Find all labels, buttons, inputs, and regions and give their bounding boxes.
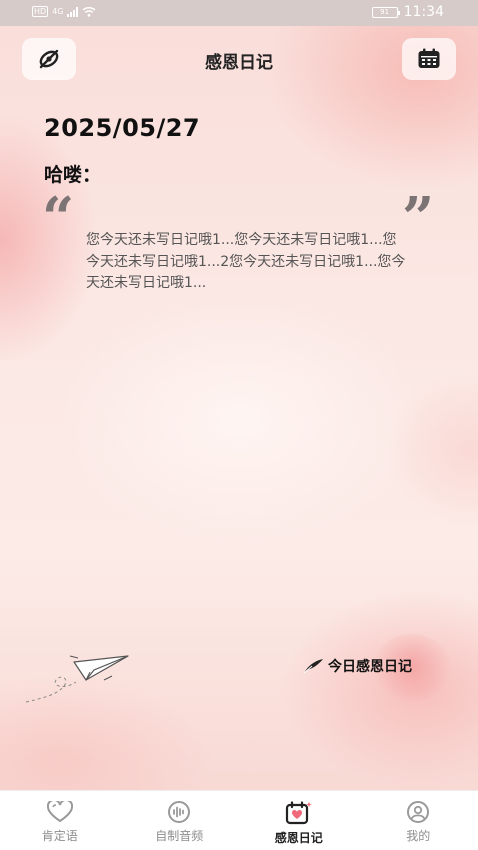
status-right: 91 11:34: [371, 4, 444, 20]
bottom-tab-bar: 肯定语 自制音频 感恩日记 我的: [0, 790, 478, 850]
tab-custom-audio[interactable]: 自制音频: [120, 791, 240, 850]
hd-badge: HD: [32, 6, 49, 17]
battery-level: 91: [380, 7, 390, 16]
today-diary-label: 今日感恩日记: [328, 659, 412, 675]
today-diary-button[interactable]: 今日感恩日记: [302, 656, 412, 676]
tab-label: 我的: [406, 829, 431, 843]
tab-mine[interactable]: 我的: [359, 791, 478, 850]
user-icon: [407, 801, 430, 823]
status-left: HD 4G: [32, 6, 96, 17]
greeting: 哈喽：: [44, 164, 102, 186]
calendar-button[interactable]: [402, 38, 456, 80]
clock: 11:34: [403, 4, 444, 20]
tab-gratitude-diary[interactable]: 感恩日记: [239, 791, 359, 850]
battery-icon: 91: [371, 6, 400, 18]
wifi-icon: [82, 6, 96, 17]
network-type: 4G: [52, 7, 64, 16]
heart-icon: [46, 801, 73, 823]
tab-label: 肯定语: [41, 829, 78, 843]
signal-icon: [67, 6, 79, 17]
tab-label: 自制音频: [155, 829, 204, 843]
tab-label: 感恩日记: [274, 831, 323, 845]
audio-wave-icon: [168, 801, 191, 823]
quote-open-icon: “: [42, 185, 75, 251]
calendar-icon: [418, 48, 440, 68]
paper-plane-icon: [25, 655, 129, 703]
diary-date: 2025/05/27: [44, 114, 201, 142]
status-bar: HD 4G 91 11:34: [0, 0, 478, 26]
feather-pen-icon: [303, 659, 323, 674]
calendar-heart-icon: [285, 801, 312, 825]
quote-close-icon: ”: [402, 185, 435, 251]
tab-affirmations[interactable]: 肯定语: [0, 791, 120, 850]
diary-text: 您今天还未写日记哦1...您今天还未写日记哦1...您今天还未写日记哦1...2…: [86, 232, 406, 291]
